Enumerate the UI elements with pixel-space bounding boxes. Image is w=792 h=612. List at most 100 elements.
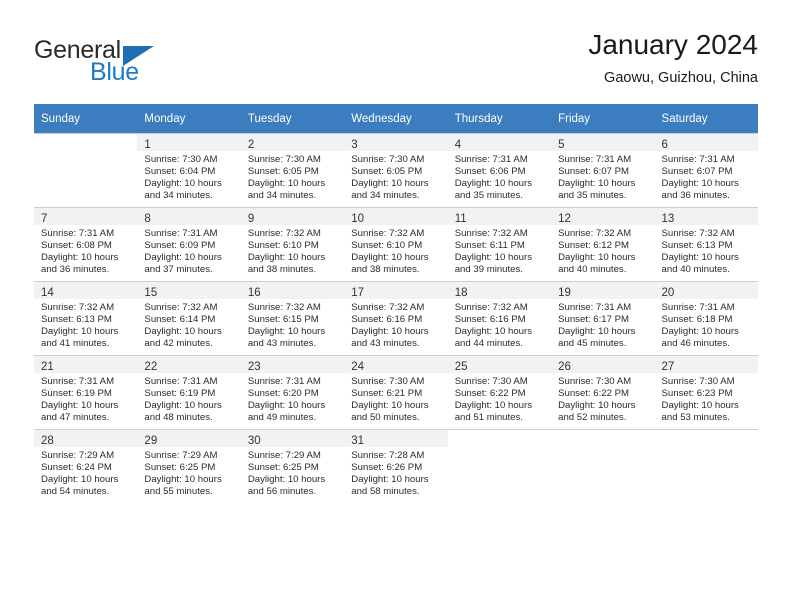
- day-detail-line: and 39 minutes.: [454, 264, 523, 276]
- day-detail-line: and 35 minutes.: [558, 190, 627, 202]
- weekday-header-tuesday: Tuesday: [240, 104, 345, 133]
- day-detail-line: Sunset: 6:08 PM: [41, 240, 112, 252]
- day-number-bar: 26: [551, 356, 655, 373]
- day-number: 25: [454, 361, 468, 373]
- calendar-day-cell[interactable]: 8 Sunrise: 7:31 AM Sunset: 6:09 PM Daylight…: [137, 207, 241, 281]
- day-cell-details: Sunrise: 7:32 AM Sunset: 6:13 PM Daylight:…: [655, 225, 758, 276]
- day-detail-line: Daylight: 10 hours: [247, 400, 326, 412]
- calendar-day-cell[interactable]: 12 Sunrise: 7:32 AM Sunset: 6:12 PM Dayligh…: [551, 207, 655, 281]
- title-block: January 2024 Gaowu, Guizhou, China: [588, 28, 758, 88]
- calendar-day-cell[interactable]: 16 Sunrise: 7:32 AM Sunset: 6:15 PM Dayligh…: [240, 281, 345, 355]
- day-number: 2: [247, 139, 255, 151]
- calendar-day-cell[interactable]: 24 Sunrise: 7:30 AM Sunset: 6:21 PM Dayligh…: [344, 355, 448, 429]
- calendar-day-cell[interactable]: 27 Sunrise: 7:30 AM Sunset: 6:23 PM Dayligh…: [654, 355, 758, 429]
- day-number-bar: 27: [654, 356, 758, 373]
- calendar-table: Sunday Monday Tuesday Wednesday Thursday…: [34, 104, 758, 503]
- day-cell-inner: 25 Sunrise: 7:30 AM Sunset: 6:22 PM Dayligh…: [447, 355, 552, 429]
- calendar-day-cell[interactable]: 7 Sunrise: 7:31 AM Sunset: 6:08 PM Daylight…: [34, 207, 138, 281]
- day-number-bar: 18: [447, 282, 552, 299]
- calendar-day-cell[interactable]: 1 Sunrise: 7:30 AM Sunset: 6:04 PM Daylight…: [137, 133, 241, 207]
- calendar-day-cell[interactable]: 30 Sunrise: 7:29 AM Sunset: 6:25 PM Dayligh…: [240, 429, 345, 503]
- calendar-day-cell[interactable]: 17 Sunrise: 7:32 AM Sunset: 6:16 PM Dayligh…: [344, 281, 448, 355]
- day-number: 28: [41, 435, 54, 447]
- day-number: 10: [351, 213, 365, 225]
- day-detail-line: Daylight: 10 hours: [454, 178, 533, 190]
- day-detail-line: Sunrise: 7:30 AM: [351, 154, 425, 165]
- day-detail-line: Sunrise: 7:30 AM: [558, 376, 632, 387]
- day-cell-details: Sunrise: 7:29 AM Sunset: 6:25 PM Daylight:…: [241, 447, 344, 498]
- day-detail-line: Sunset: 6:22 PM: [454, 388, 526, 400]
- day-detail-line: Sunrise: 7:31 AM: [558, 154, 632, 165]
- day-number: 19: [558, 287, 571, 299]
- calendar-day-cell[interactable]: 29 Sunrise: 7:29 AM Sunset: 6:25 PM Dayligh…: [137, 429, 241, 503]
- day-cell-details: Sunrise: 7:31 AM Sunset: 6:06 PM Daylight:…: [448, 151, 551, 202]
- day-detail-line: Daylight: 10 hours: [41, 474, 119, 486]
- weekday-header-friday: Friday: [551, 104, 655, 133]
- day-detail-line: Sunset: 6:19 PM: [144, 388, 216, 400]
- day-detail-line: Daylight: 10 hours: [247, 252, 326, 264]
- day-number: 11: [454, 213, 467, 225]
- calendar-day-cell[interactable]: 9 Sunrise: 7:32 AM Sunset: 6:10 PM Daylight…: [240, 207, 345, 281]
- day-number: 27: [661, 361, 675, 373]
- calendar-day-cell[interactable]: 5 Sunrise: 7:31 AM Sunset: 6:07 PM Daylight…: [551, 133, 655, 207]
- day-detail-line: Daylight: 10 hours: [144, 252, 222, 264]
- calendar-day-cell[interactable]: 23 Sunrise: 7:31 AM Sunset: 6:20 PM Dayligh…: [240, 355, 345, 429]
- day-detail-line: and 46 minutes.: [661, 338, 730, 350]
- day-number-bar: 8: [137, 208, 241, 225]
- day-detail-line: Sunset: 6:24 PM: [41, 462, 112, 474]
- day-detail-line: Daylight: 10 hours: [144, 326, 222, 338]
- day-detail-line: Sunrise: 7:32 AM: [661, 228, 735, 239]
- day-cell-inner: 14 Sunrise: 7:32 AM Sunset: 6:13 PM Dayligh…: [34, 281, 138, 355]
- calendar-day-cell[interactable]: 26 Sunrise: 7:30 AM Sunset: 6:22 PM Dayligh…: [551, 355, 655, 429]
- day-detail-line: Sunset: 6:17 PM: [558, 314, 630, 326]
- day-detail-line: Daylight: 10 hours: [351, 178, 429, 190]
- brand-logo[interactable]: General Blue: [34, 36, 264, 92]
- day-cell-details: Sunrise: 7:32 AM Sunset: 6:14 PM Daylight:…: [137, 299, 240, 350]
- day-cell-details: Sunrise: 7:32 AM Sunset: 6:16 PM Daylight:…: [344, 299, 447, 350]
- weekday-header-saturday: Saturday: [654, 104, 758, 133]
- day-detail-line: Sunrise: 7:30 AM: [661, 376, 735, 387]
- day-cell-inner: 19 Sunrise: 7:31 AM Sunset: 6:17 PM Dayligh…: [551, 281, 655, 355]
- day-number: 13: [661, 213, 675, 225]
- calendar-day-cell[interactable]: 15 Sunrise: 7:32 AM Sunset: 6:14 PM Dayligh…: [137, 281, 241, 355]
- day-detail-line: Sunset: 6:10 PM: [351, 240, 423, 252]
- calendar-day-cell[interactable]: 28 Sunrise: 7:29 AM Sunset: 6:24 PM Dayligh…: [34, 429, 138, 503]
- day-detail-line: Daylight: 10 hours: [558, 400, 636, 412]
- day-cell-inner: [551, 429, 655, 503]
- day-number-bar: [34, 134, 138, 151]
- calendar-day-cell[interactable]: 31 Sunrise: 7:28 AM Sunset: 6:26 PM Dayligh…: [344, 429, 448, 503]
- calendar-day-cell[interactable]: 18 Sunrise: 7:32 AM Sunset: 6:16 PM Dayligh…: [447, 281, 552, 355]
- day-detail-line: Sunrise: 7:32 AM: [144, 302, 218, 313]
- calendar-day-cell[interactable]: 13 Sunrise: 7:32 AM Sunset: 6:13 PM Dayligh…: [654, 207, 758, 281]
- day-detail-line: and 40 minutes.: [558, 264, 627, 276]
- calendar-day-cell[interactable]: 2 Sunrise: 7:30 AM Sunset: 6:05 PM Daylight…: [240, 133, 345, 207]
- day-cell-inner: 26 Sunrise: 7:30 AM Sunset: 6:22 PM Dayligh…: [551, 355, 655, 429]
- day-detail-line: Sunset: 6:18 PM: [661, 314, 733, 326]
- day-detail-line: Daylight: 10 hours: [454, 326, 533, 338]
- calendar-day-cell[interactable]: 11 Sunrise: 7:32 AM Sunset: 6:11 PM Dayligh…: [447, 207, 552, 281]
- calendar-day-cell[interactable]: 25 Sunrise: 7:30 AM Sunset: 6:22 PM Dayligh…: [447, 355, 552, 429]
- day-number-bar: 19: [551, 282, 655, 299]
- day-number-bar: [447, 430, 552, 447]
- day-number: 29: [144, 435, 158, 447]
- day-detail-line: Sunset: 6:11 PM: [454, 240, 525, 252]
- day-detail-line: Daylight: 10 hours: [351, 474, 429, 486]
- weekday-header-sunday: Sunday: [34, 104, 138, 133]
- calendar-day-cell[interactable]: 14 Sunrise: 7:32 AM Sunset: 6:13 PM Dayligh…: [34, 281, 138, 355]
- calendar-day-cell[interactable]: 6 Sunrise: 7:31 AM Sunset: 6:07 PM Daylight…: [654, 133, 758, 207]
- calendar-day-cell[interactable]: 4 Sunrise: 7:31 AM Sunset: 6:06 PM Daylight…: [447, 133, 552, 207]
- day-cell-details: [655, 447, 758, 450]
- calendar-day-cell[interactable]: 21 Sunrise: 7:31 AM Sunset: 6:19 PM Dayligh…: [34, 355, 138, 429]
- calendar-day-cell[interactable]: 3 Sunrise: 7:30 AM Sunset: 6:05 PM Daylight…: [344, 133, 448, 207]
- calendar-day-cell[interactable]: 22 Sunrise: 7:31 AM Sunset: 6:19 PM Dayligh…: [137, 355, 241, 429]
- calendar-day-cell[interactable]: 20 Sunrise: 7:31 AM Sunset: 6:18 PM Dayligh…: [654, 281, 758, 355]
- day-cell-details: Sunrise: 7:29 AM Sunset: 6:25 PM Daylight:…: [137, 447, 240, 498]
- day-detail-line: Daylight: 10 hours: [144, 474, 222, 486]
- brand-name-blue: Blue: [90, 58, 139, 86]
- calendar-day-cell[interactable]: 10 Sunrise: 7:32 AM Sunset: 6:10 PM Dayligh…: [344, 207, 448, 281]
- day-detail-line: Daylight: 10 hours: [351, 252, 429, 264]
- day-number-bar: 23: [240, 356, 345, 373]
- day-cell-inner: 28 Sunrise: 7:29 AM Sunset: 6:24 PM Dayligh…: [34, 429, 138, 503]
- calendar-day-cell[interactable]: 19 Sunrise: 7:31 AM Sunset: 6:17 PM Dayligh…: [551, 281, 655, 355]
- day-detail-line: Sunset: 6:21 PM: [351, 388, 423, 400]
